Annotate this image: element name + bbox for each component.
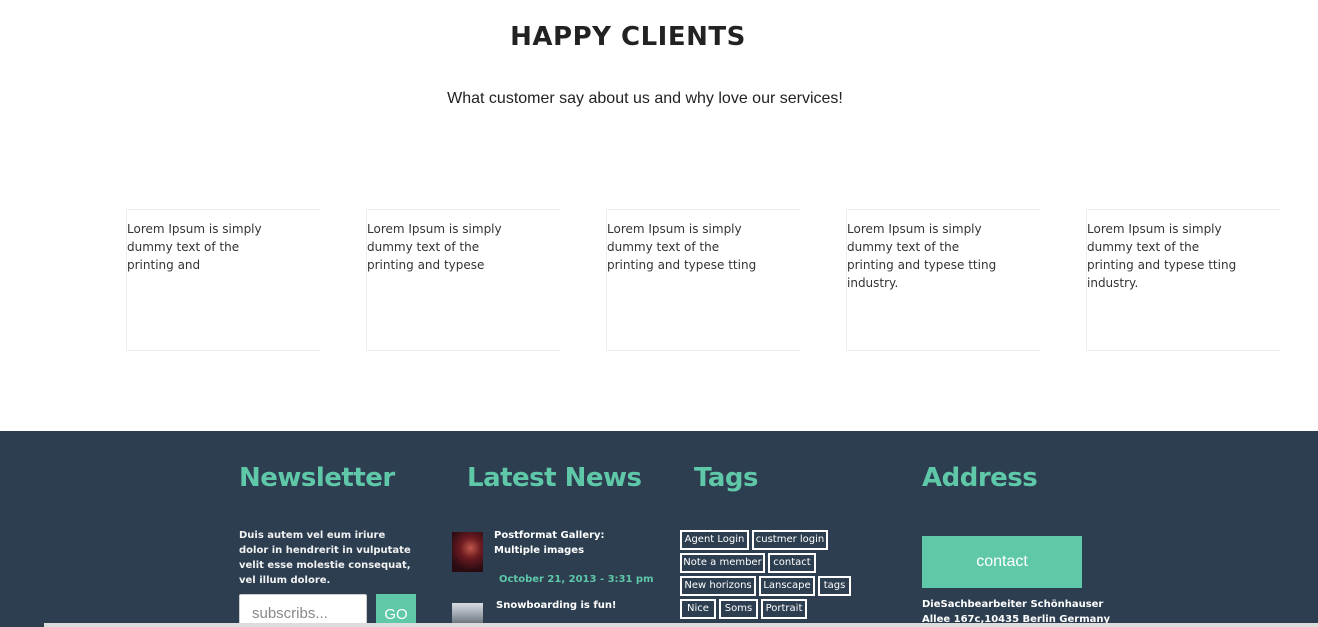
testimonial-text: Lorem Ipsum is simply dummy text of the … — [607, 222, 757, 272]
post-thumbnail[interactable] — [452, 532, 483, 572]
tag-link[interactable]: Agent Login — [680, 530, 749, 550]
contact-button[interactable]: contact — [922, 536, 1082, 588]
happy-clients-section: HAPPY CLIENTS What customer say about us… — [0, 0, 1318, 431]
tag-link[interactable]: tags — [818, 576, 851, 596]
tag-link[interactable]: Note a member — [680, 553, 765, 573]
post-title-link[interactable]: Snowboarding is fun! — [496, 598, 631, 613]
testimonial-text: Lorem Ipsum is simply dummy text of the … — [127, 222, 262, 272]
newsletter-description: Duis autem vel eum iriure dolor in hendr… — [239, 530, 411, 586]
post-title-link[interactable]: Postformat Gallery: Multiple images — [494, 528, 629, 558]
clients-title: HAPPY CLIENTS — [510, 22, 746, 52]
site-footer: Newsletter Duis autem vel eum iriure dol… — [0, 431, 1318, 627]
testimonial-card: Lorem Ipsum is simply dummy text of the … — [606, 209, 800, 351]
post-date: October 21, 2013 - 3:31 pm — [499, 574, 654, 585]
testimonial-text: Lorem Ipsum is simply dummy text of the … — [1087, 222, 1237, 290]
tags-heading: Tags — [694, 463, 759, 493]
testimonial-card: Lorem Ipsum is simply dummy text of the … — [1086, 209, 1280, 351]
tag-link[interactable]: custmer login — [752, 530, 828, 550]
tag-link[interactable]: Soms — [719, 599, 758, 619]
testimonial-card: Lorem Ipsum is simply dummy text of the … — [366, 209, 560, 351]
tag-link[interactable]: New horizons — [680, 576, 756, 596]
testimonial-text: Lorem Ipsum is simply dummy text of the … — [847, 222, 997, 290]
testimonial-text: Lorem Ipsum is simply dummy text of the … — [367, 222, 502, 272]
tag-link[interactable]: Portrait — [761, 599, 807, 619]
latest-news-heading: Latest News — [467, 463, 642, 493]
address-heading: Address — [922, 463, 1038, 493]
tag-link[interactable]: contact — [768, 553, 816, 573]
newsletter-heading: Newsletter — [239, 463, 395, 493]
horizontal-scrollbar[interactable] — [44, 623, 1318, 627]
tag-link[interactable]: Lanscape — [759, 576, 815, 596]
testimonial-card: Lorem Ipsum is simply dummy text of the … — [126, 209, 320, 351]
testimonial-card: Lorem Ipsum is simply dummy text of the … — [846, 209, 1040, 351]
clients-subtitle: What customer say about us and why love … — [447, 90, 843, 107]
tag-link[interactable]: Nice — [680, 599, 716, 619]
